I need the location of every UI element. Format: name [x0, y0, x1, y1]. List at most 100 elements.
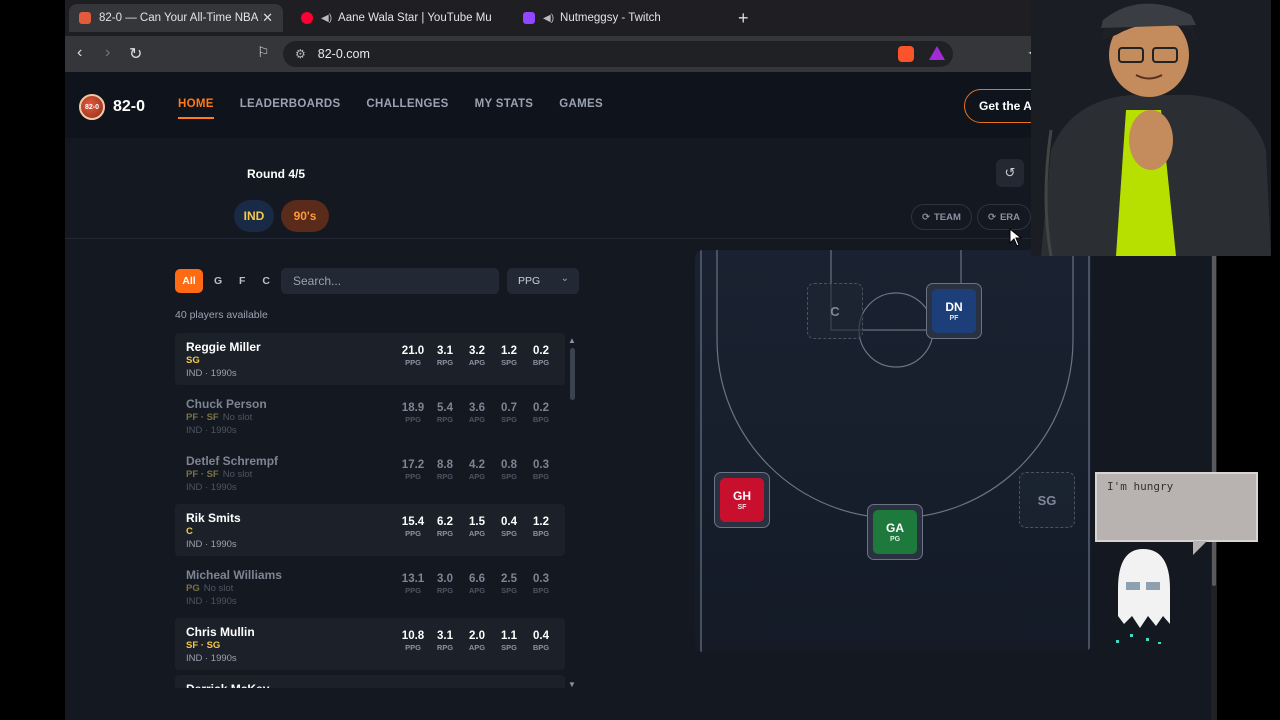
court-slot-pf[interactable]: DN PF [926, 283, 982, 339]
stat-cell: 2.0 APG [461, 630, 493, 652]
stat-value: 1.2 [533, 516, 549, 528]
stat-value: 3.1 [437, 630, 453, 642]
stat-cell: 1.5 APG [461, 516, 493, 538]
site-info-icon[interactable]: ⚙ [295, 47, 306, 61]
stat-cell: 6.6 APG [461, 573, 493, 595]
position-text: C [186, 526, 193, 537]
filter-guards[interactable]: G [209, 269, 227, 293]
nav-my-stats[interactable]: MY STATS [475, 98, 534, 110]
stat-label: SPG [501, 643, 517, 652]
stat-label: RPG [436, 586, 454, 595]
nav-leaderboards[interactable]: LEADERBOARDS [240, 98, 341, 110]
stat-label: APG [468, 358, 486, 367]
nav-games[interactable]: GAMES [559, 98, 603, 110]
ghost-mascot-icon [1116, 549, 1170, 644]
scroll-thumb[interactable] [570, 348, 575, 400]
new-tab-button[interactable]: + [738, 8, 749, 29]
stat-cell: 6.2 RPG [429, 516, 461, 538]
player-row: Chuck Person PF · SF No slot IND · 1990s 18.… [175, 390, 565, 442]
player-row[interactable]: Chris Mullin SF · SG IND · 1990s 10.8 PPG 3.1… [175, 618, 565, 670]
player-name: Micheal Williams [186, 568, 282, 582]
stat-label: PPG [405, 472, 421, 481]
filter-forwards[interactable]: F [233, 269, 251, 293]
scroll-up-icon[interactable]: ▲ [568, 336, 576, 345]
stat-value: 8.8 [437, 459, 453, 471]
players-available: 40 players available [175, 309, 268, 321]
player-row[interactable]: Rik Smits C IND · 1990s 15.4 PPG 6.2 RPG 1.5 APG… [175, 504, 565, 556]
sort-select[interactable]: PPG ⌄ [507, 268, 579, 294]
reroll-team-label: TEAM [933, 211, 961, 223]
stat-label: SPG [501, 586, 517, 595]
stat-cell: 21.0 PPG [397, 345, 429, 367]
player-name: Derrick McKey [186, 682, 269, 688]
stat-cell: 10.8 PPG [397, 630, 429, 652]
no-slot-note: No slot [222, 412, 253, 423]
no-slot-note: No slot [222, 469, 253, 480]
court-slot-c[interactable]: C [807, 283, 863, 339]
stat-value: 3.0 [437, 573, 453, 585]
tab-82-0[interactable]: 82-0 — Can Your All-Time NBA I ✕ [69, 4, 283, 32]
reroll-team-button[interactable]: ⟳ TEAM [911, 204, 972, 230]
stat-label: RPG [436, 358, 454, 367]
nav-challenges[interactable]: CHALLENGES [366, 98, 448, 110]
stat-label: PPG [405, 529, 421, 538]
player-positions: PF · SF No slot [186, 412, 252, 423]
reroll-era-label: ERA [999, 211, 1021, 223]
player-row[interactable]: Reggie Miller SG IND · 1990s 21.0 PPG 3.1 RPG 3… [175, 333, 565, 385]
player-positions: PG No slot [186, 583, 233, 594]
tab-favicon [79, 12, 91, 24]
court-lines [700, 250, 1090, 652]
search-input[interactable]: Search... [281, 268, 499, 294]
streamer-avatar-overlay [1031, 0, 1271, 256]
player-position: PG [889, 536, 901, 543]
stat-cell: 3.6 APG [461, 402, 493, 424]
reload-icon[interactable]: ↻ [129, 44, 142, 64]
filter-centers[interactable]: C [257, 269, 275, 293]
stat-value: 4.2 [469, 459, 485, 471]
stat-value: 3.1 [437, 345, 453, 357]
stat-cell: 15.4 PPG [397, 516, 429, 538]
player-row[interactable]: Derrick McKey [175, 675, 565, 688]
stat-label: BPG [532, 529, 550, 538]
tab-youtube-music[interactable]: ◀) Aane Wala Star | YouTube Music [291, 4, 501, 32]
stat-label: BPG [532, 643, 550, 652]
reset-icon[interactable]: ↺ [996, 159, 1024, 187]
court-slot-pg[interactable]: GA PG [867, 504, 923, 560]
court-slot-sg[interactable]: SG [1019, 472, 1075, 528]
bookmark-icon[interactable]: ⚐ [257, 44, 270, 61]
brave-rewards-icon[interactable] [929, 46, 945, 60]
stat-label: BPG [532, 472, 550, 481]
stat-cell: 3.0 RPG [429, 573, 461, 595]
court-slot-sf[interactable]: GH SF [714, 472, 770, 528]
player-name: Chuck Person [186, 397, 267, 411]
stat-value: 0.2 [533, 402, 549, 414]
stat-label: PPG [405, 586, 421, 595]
stat-value: 13.1 [401, 573, 425, 585]
list-scrollbar[interactable]: ▲ ▼ [568, 336, 576, 690]
stat-value: 3.6 [469, 402, 485, 414]
stat-value: 0.8 [501, 459, 517, 471]
filter-all[interactable]: All [175, 269, 203, 293]
player-position: PF [949, 315, 959, 322]
forward-icon[interactable]: › [105, 44, 110, 62]
address-bar[interactable]: ⚙ 82-0.com [283, 41, 953, 67]
stat-cell: 17.2 PPG [397, 459, 429, 481]
stat-value: 18.9 [401, 402, 425, 414]
scroll-down-icon[interactable]: ▼ [568, 680, 576, 689]
stat-cell: 0.7 SPG [493, 402, 525, 424]
back-icon[interactable]: ‹ [77, 44, 82, 62]
tab-twitch[interactable]: ◀) Nutmeggsy - Twitch [513, 4, 723, 32]
close-icon[interactable]: ✕ [262, 10, 273, 26]
nav-home[interactable]: HOME [178, 98, 214, 119]
player-position: SF [737, 504, 747, 511]
brave-shields-icon[interactable] [898, 46, 914, 62]
stat-cell: 0.2 BPG [525, 345, 557, 367]
stat-value: 0.7 [501, 402, 517, 414]
stat-label: APG [468, 415, 486, 424]
player-positions: C [186, 526, 193, 537]
player-meta: IND · 1990s [186, 653, 237, 664]
chevron-down-icon: ⌄ [560, 273, 569, 284]
reroll-era-button[interactable]: ⟳ ERA [977, 204, 1032, 230]
site-logo[interactable]: 82-0 82-0 [79, 94, 145, 120]
stat-cell: 0.2 BPG [525, 402, 557, 424]
